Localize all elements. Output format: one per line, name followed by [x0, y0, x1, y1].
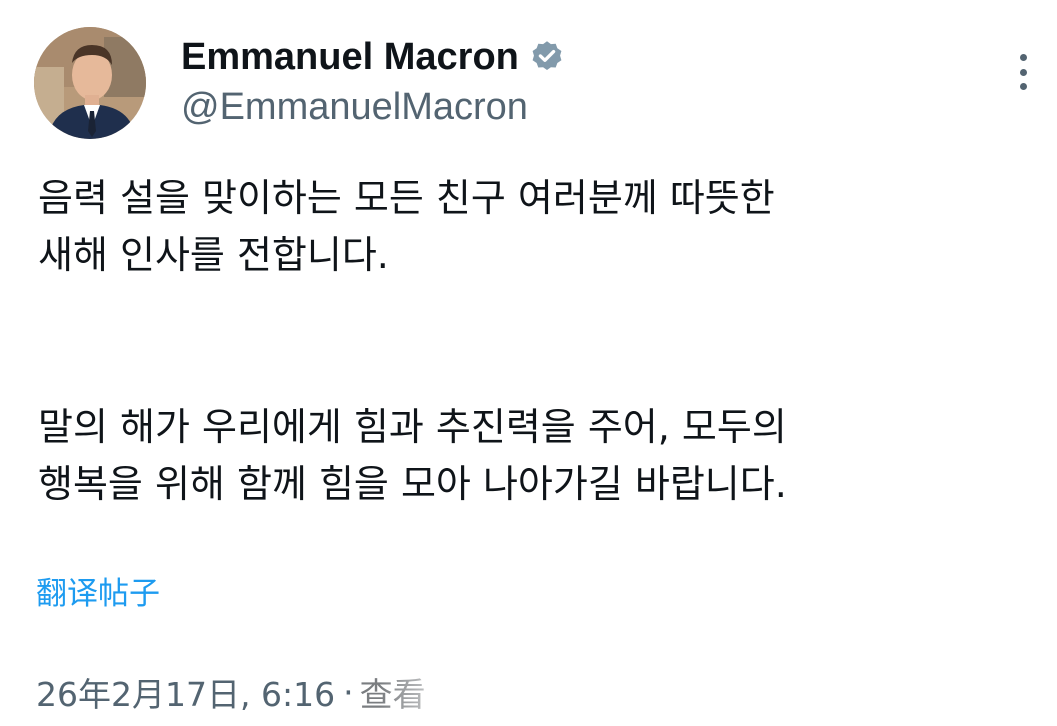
meta-separator: ·	[343, 672, 354, 712]
tweet-text-line: 행복을 위해 함께 힘을 모아 나아가길 바랍니다.	[38, 462, 787, 506]
more-options-icon[interactable]	[1007, 52, 1039, 92]
author-display-name[interactable]: Emmanuel Macron	[181, 30, 519, 84]
avatar-photo	[34, 27, 146, 139]
verified-badge-icon[interactable]	[529, 39, 565, 75]
author-avatar[interactable]	[34, 27, 146, 139]
translate-post-link[interactable]: 翻译帖子	[36, 572, 160, 616]
more-dot	[1019, 83, 1027, 90]
tweet-text-line: 새해 인사를 전합니다.	[38, 233, 389, 277]
tweet-timestamp[interactable]: 26年2月17日, 6:16	[36, 668, 335, 716]
more-dot	[1019, 54, 1027, 61]
tweet-text-paragraph-1: 음력 설을 맞이하는 모든 친구 여러분께 따뜻한새해 인사를 전합니다.	[38, 170, 1038, 284]
author-name-row: Emmanuel Macron	[181, 30, 565, 84]
tweet-text-paragraph-2: 말의 해가 우리에게 힘과 추진력을 주어, 모두의행복을 위해 함께 힘을 모…	[38, 399, 1038, 513]
more-dot	[1019, 68, 1027, 76]
tweet-text-line: 음력 설을 맞이하는 모든 친구 여러분께 따뜻한	[38, 176, 775, 220]
tweet-meta: 26年2月17日, 6:16 · 查看	[36, 668, 426, 716]
author-handle[interactable]: @EmmanuelMacron	[181, 82, 528, 132]
views-label: 查看	[359, 675, 426, 714]
tweet-text-line: 말의 해가 우리에게 힘과 추진력을 주어, 모두의	[38, 405, 787, 449]
